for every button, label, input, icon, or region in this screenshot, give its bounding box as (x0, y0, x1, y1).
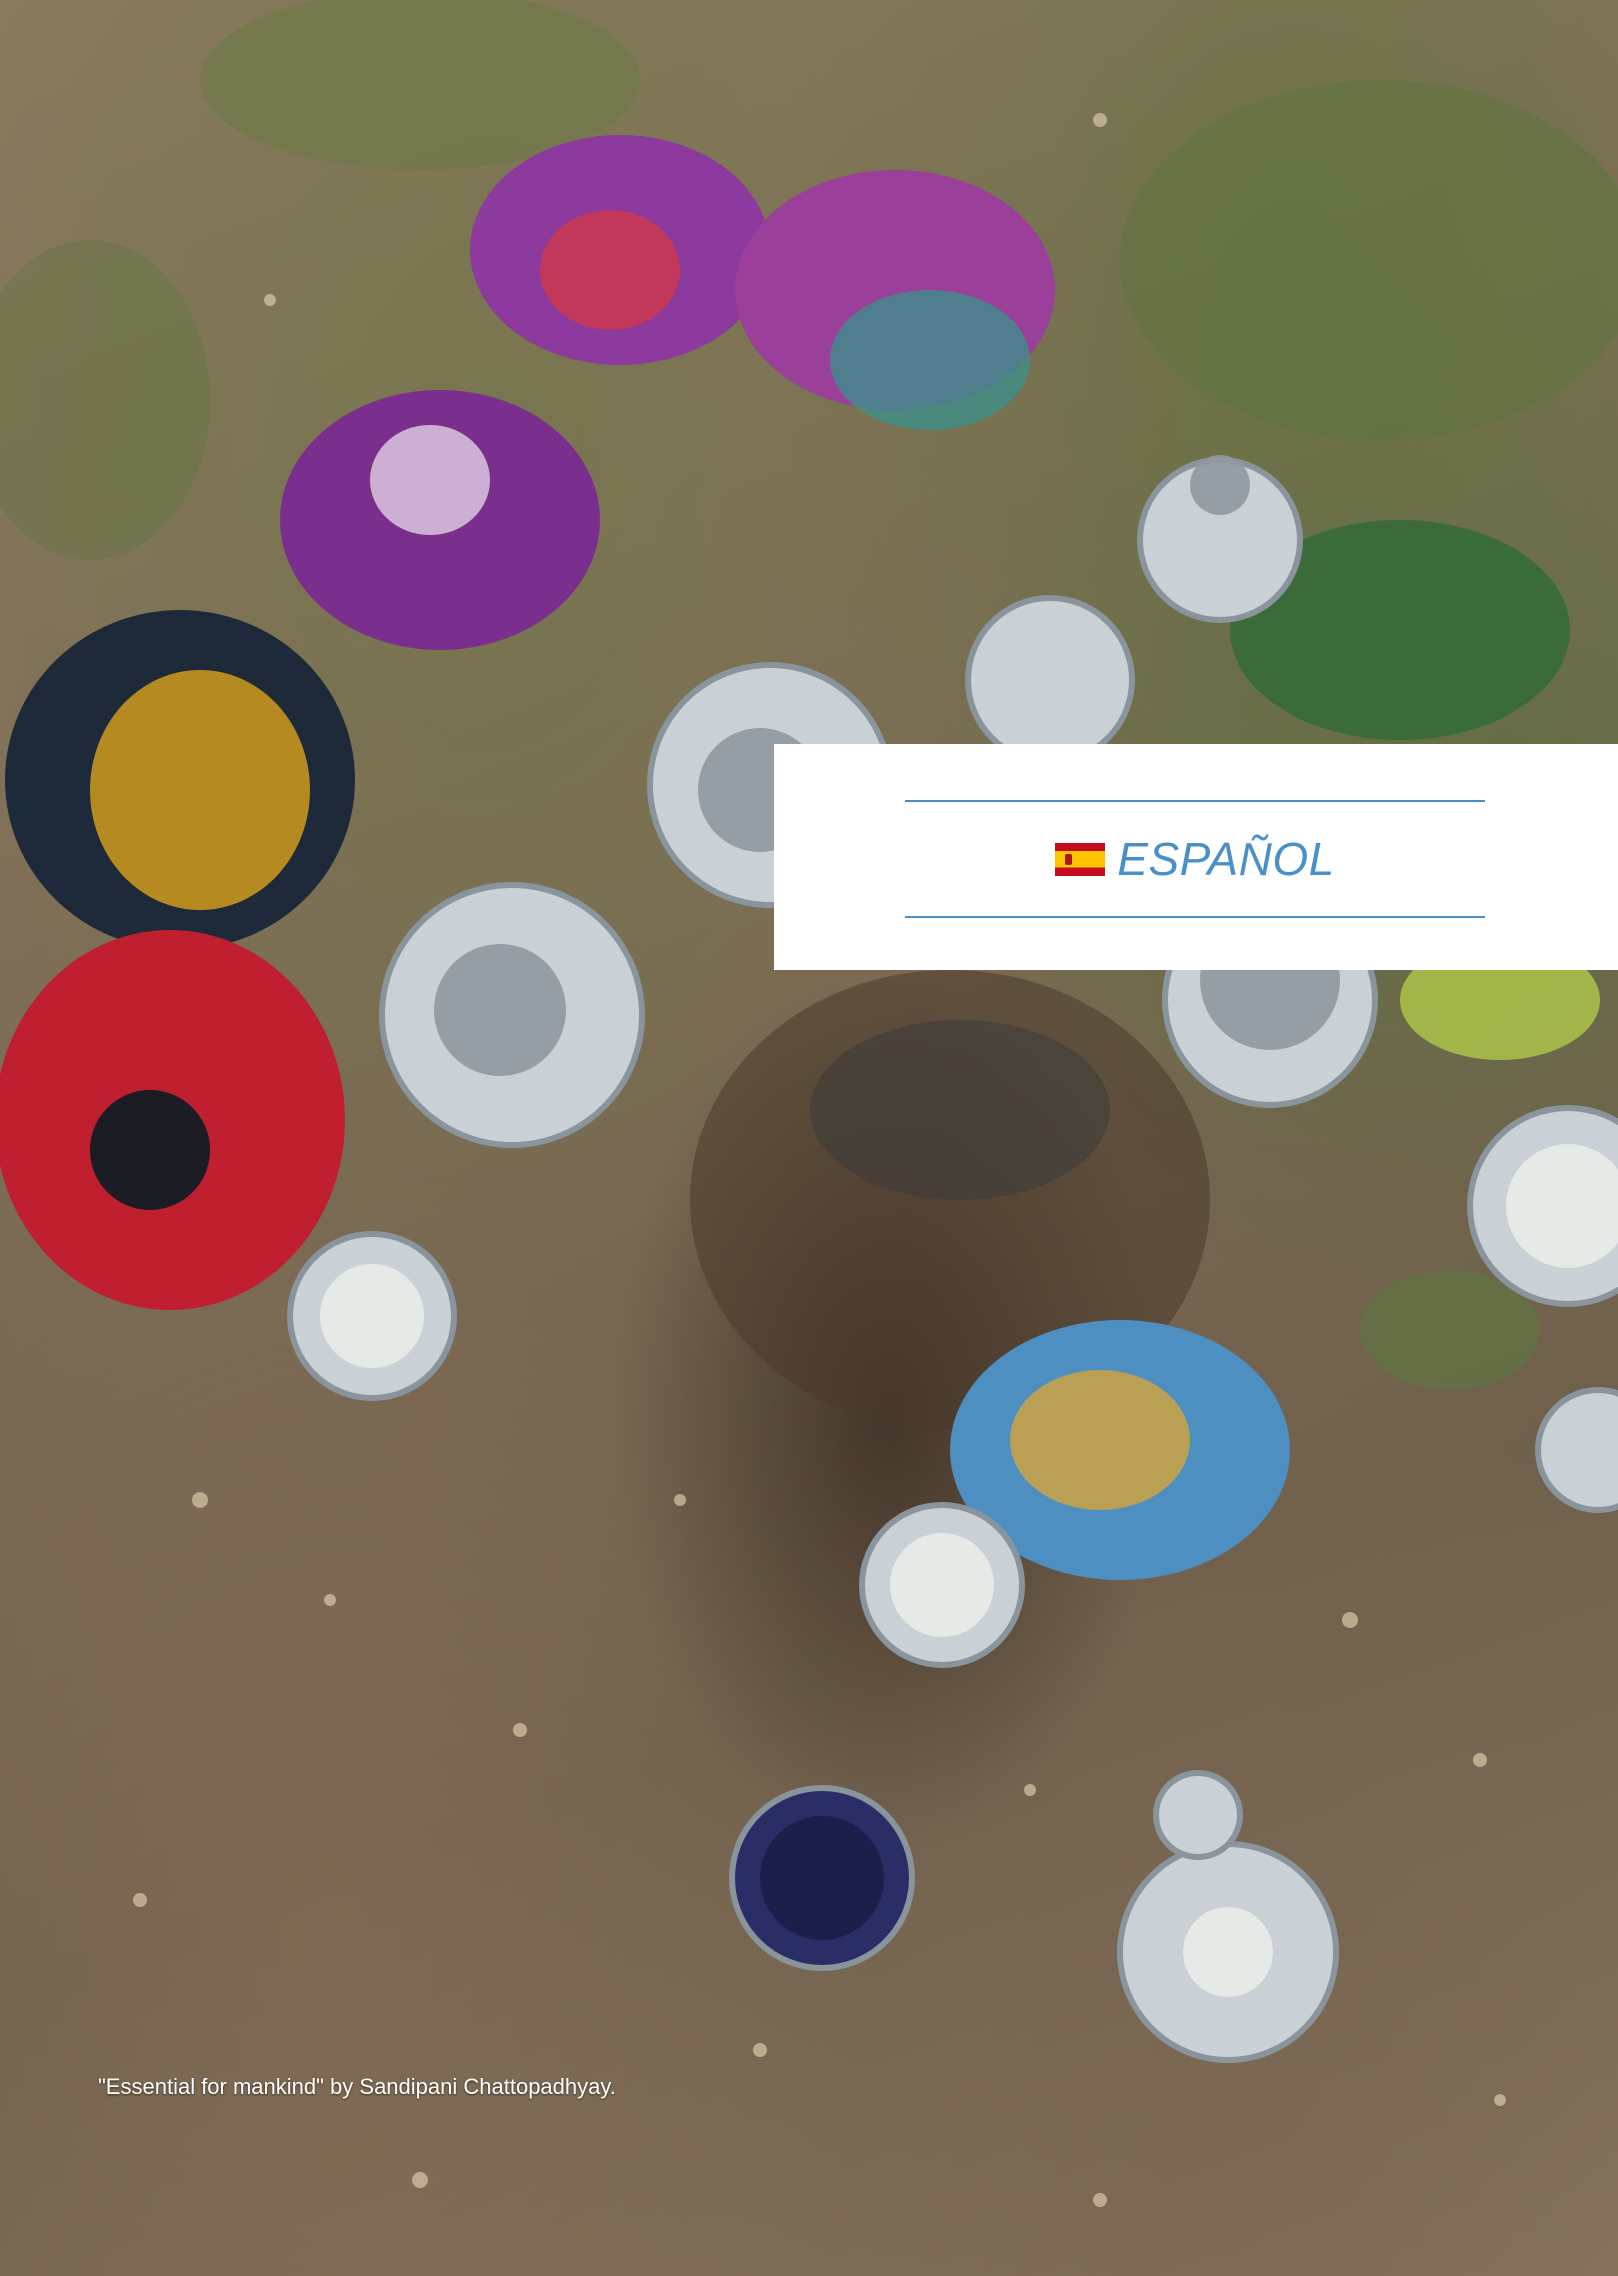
photo-caption: "Essential for mankind" by Sandipani Cha… (98, 2074, 616, 2099)
bottom-divider (905, 916, 1485, 918)
flag-emblem (1065, 853, 1073, 865)
language-panel: ESPAÑOL (774, 744, 1618, 970)
cover-page: ESPAÑOL "Essential for mankind" by Sandi… (0, 0, 1618, 2276)
language-label: ESPAÑOL (1117, 833, 1335, 885)
cover-photo (0, 0, 1618, 2207)
top-divider (905, 800, 1485, 802)
language-heading: ESPAÑOL (905, 804, 1485, 914)
spain-flag-icon (1055, 842, 1106, 876)
